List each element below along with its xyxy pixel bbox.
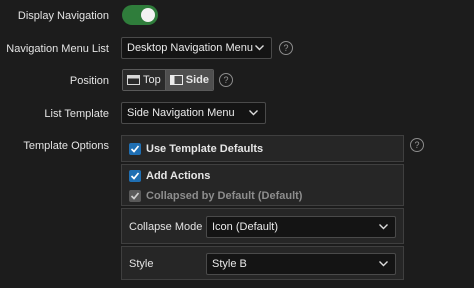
collapse-mode-label: Collapse Mode bbox=[129, 221, 203, 233]
collapsed-by-default-checkbox bbox=[129, 190, 141, 202]
position-option-side-label: Side bbox=[185, 74, 209, 86]
position-label: Position bbox=[69, 75, 109, 87]
checkmark-icon bbox=[130, 172, 140, 180]
top-layout-icon bbox=[127, 75, 140, 85]
collapsed-by-default-label: Collapsed by Default (Default) bbox=[146, 190, 303, 202]
template-options-label: Template Options bbox=[23, 140, 109, 152]
use-template-defaults-label: Use Template Defaults bbox=[146, 143, 264, 155]
checkmark-icon bbox=[130, 145, 140, 153]
chevron-down-icon bbox=[379, 224, 388, 230]
checkmark-icon bbox=[130, 192, 140, 200]
display-navigation-toggle[interactable] bbox=[122, 5, 158, 25]
list-template-label: List Template bbox=[44, 108, 109, 120]
collapse-mode-value: Icon (Default) bbox=[212, 221, 279, 233]
side-layout-icon bbox=[169, 75, 183, 85]
style-panel: Style Style B bbox=[121, 246, 404, 280]
navigation-menu-list-select[interactable]: Desktop Navigation Menu bbox=[121, 37, 272, 59]
list-template-row: List Template Side Navigation Menu bbox=[0, 102, 474, 126]
help-icon[interactable]: ? bbox=[219, 73, 233, 87]
actions-panel: Add Actions Collapsed by Default (Defaul… bbox=[121, 164, 404, 206]
navigation-menu-list-value: Desktop Navigation Menu bbox=[127, 42, 253, 54]
list-template-select[interactable]: Side Navigation Menu bbox=[121, 102, 266, 124]
position-segmented-control: Top Side bbox=[122, 69, 214, 91]
chevron-down-icon bbox=[379, 261, 388, 267]
toggle-knob bbox=[141, 8, 155, 22]
collapse-mode-select[interactable]: Icon (Default) bbox=[206, 216, 396, 238]
help-icon[interactable]: ? bbox=[410, 138, 424, 152]
collapse-mode-panel: Collapse Mode Icon (Default) bbox=[121, 208, 404, 244]
position-option-side[interactable]: Side bbox=[165, 70, 213, 90]
navigation-menu-list-row: Navigation Menu List Desktop Navigation … bbox=[0, 37, 474, 61]
add-actions-checkbox[interactable] bbox=[129, 170, 141, 182]
add-actions-label: Add Actions bbox=[146, 170, 211, 182]
style-label: Style bbox=[129, 258, 154, 270]
display-navigation-row: Display Navigation bbox=[0, 0, 474, 30]
use-template-defaults-panel: Use Template Defaults bbox=[121, 135, 404, 162]
position-option-top[interactable]: Top bbox=[123, 70, 166, 90]
list-template-value: Side Navigation Menu bbox=[127, 107, 235, 119]
use-template-defaults-checkbox[interactable] bbox=[129, 143, 141, 155]
style-value: Style B bbox=[212, 258, 247, 270]
position-row: Position bbox=[0, 69, 474, 93]
navigation-menu-list-label: Navigation Menu List bbox=[6, 43, 109, 55]
help-icon[interactable]: ? bbox=[279, 41, 293, 55]
chevron-down-icon bbox=[255, 45, 264, 51]
chevron-down-icon bbox=[249, 110, 258, 116]
style-select[interactable]: Style B bbox=[206, 253, 396, 275]
position-option-top-label: Top bbox=[143, 74, 161, 86]
display-navigation-label: Display Navigation bbox=[17, 10, 109, 22]
